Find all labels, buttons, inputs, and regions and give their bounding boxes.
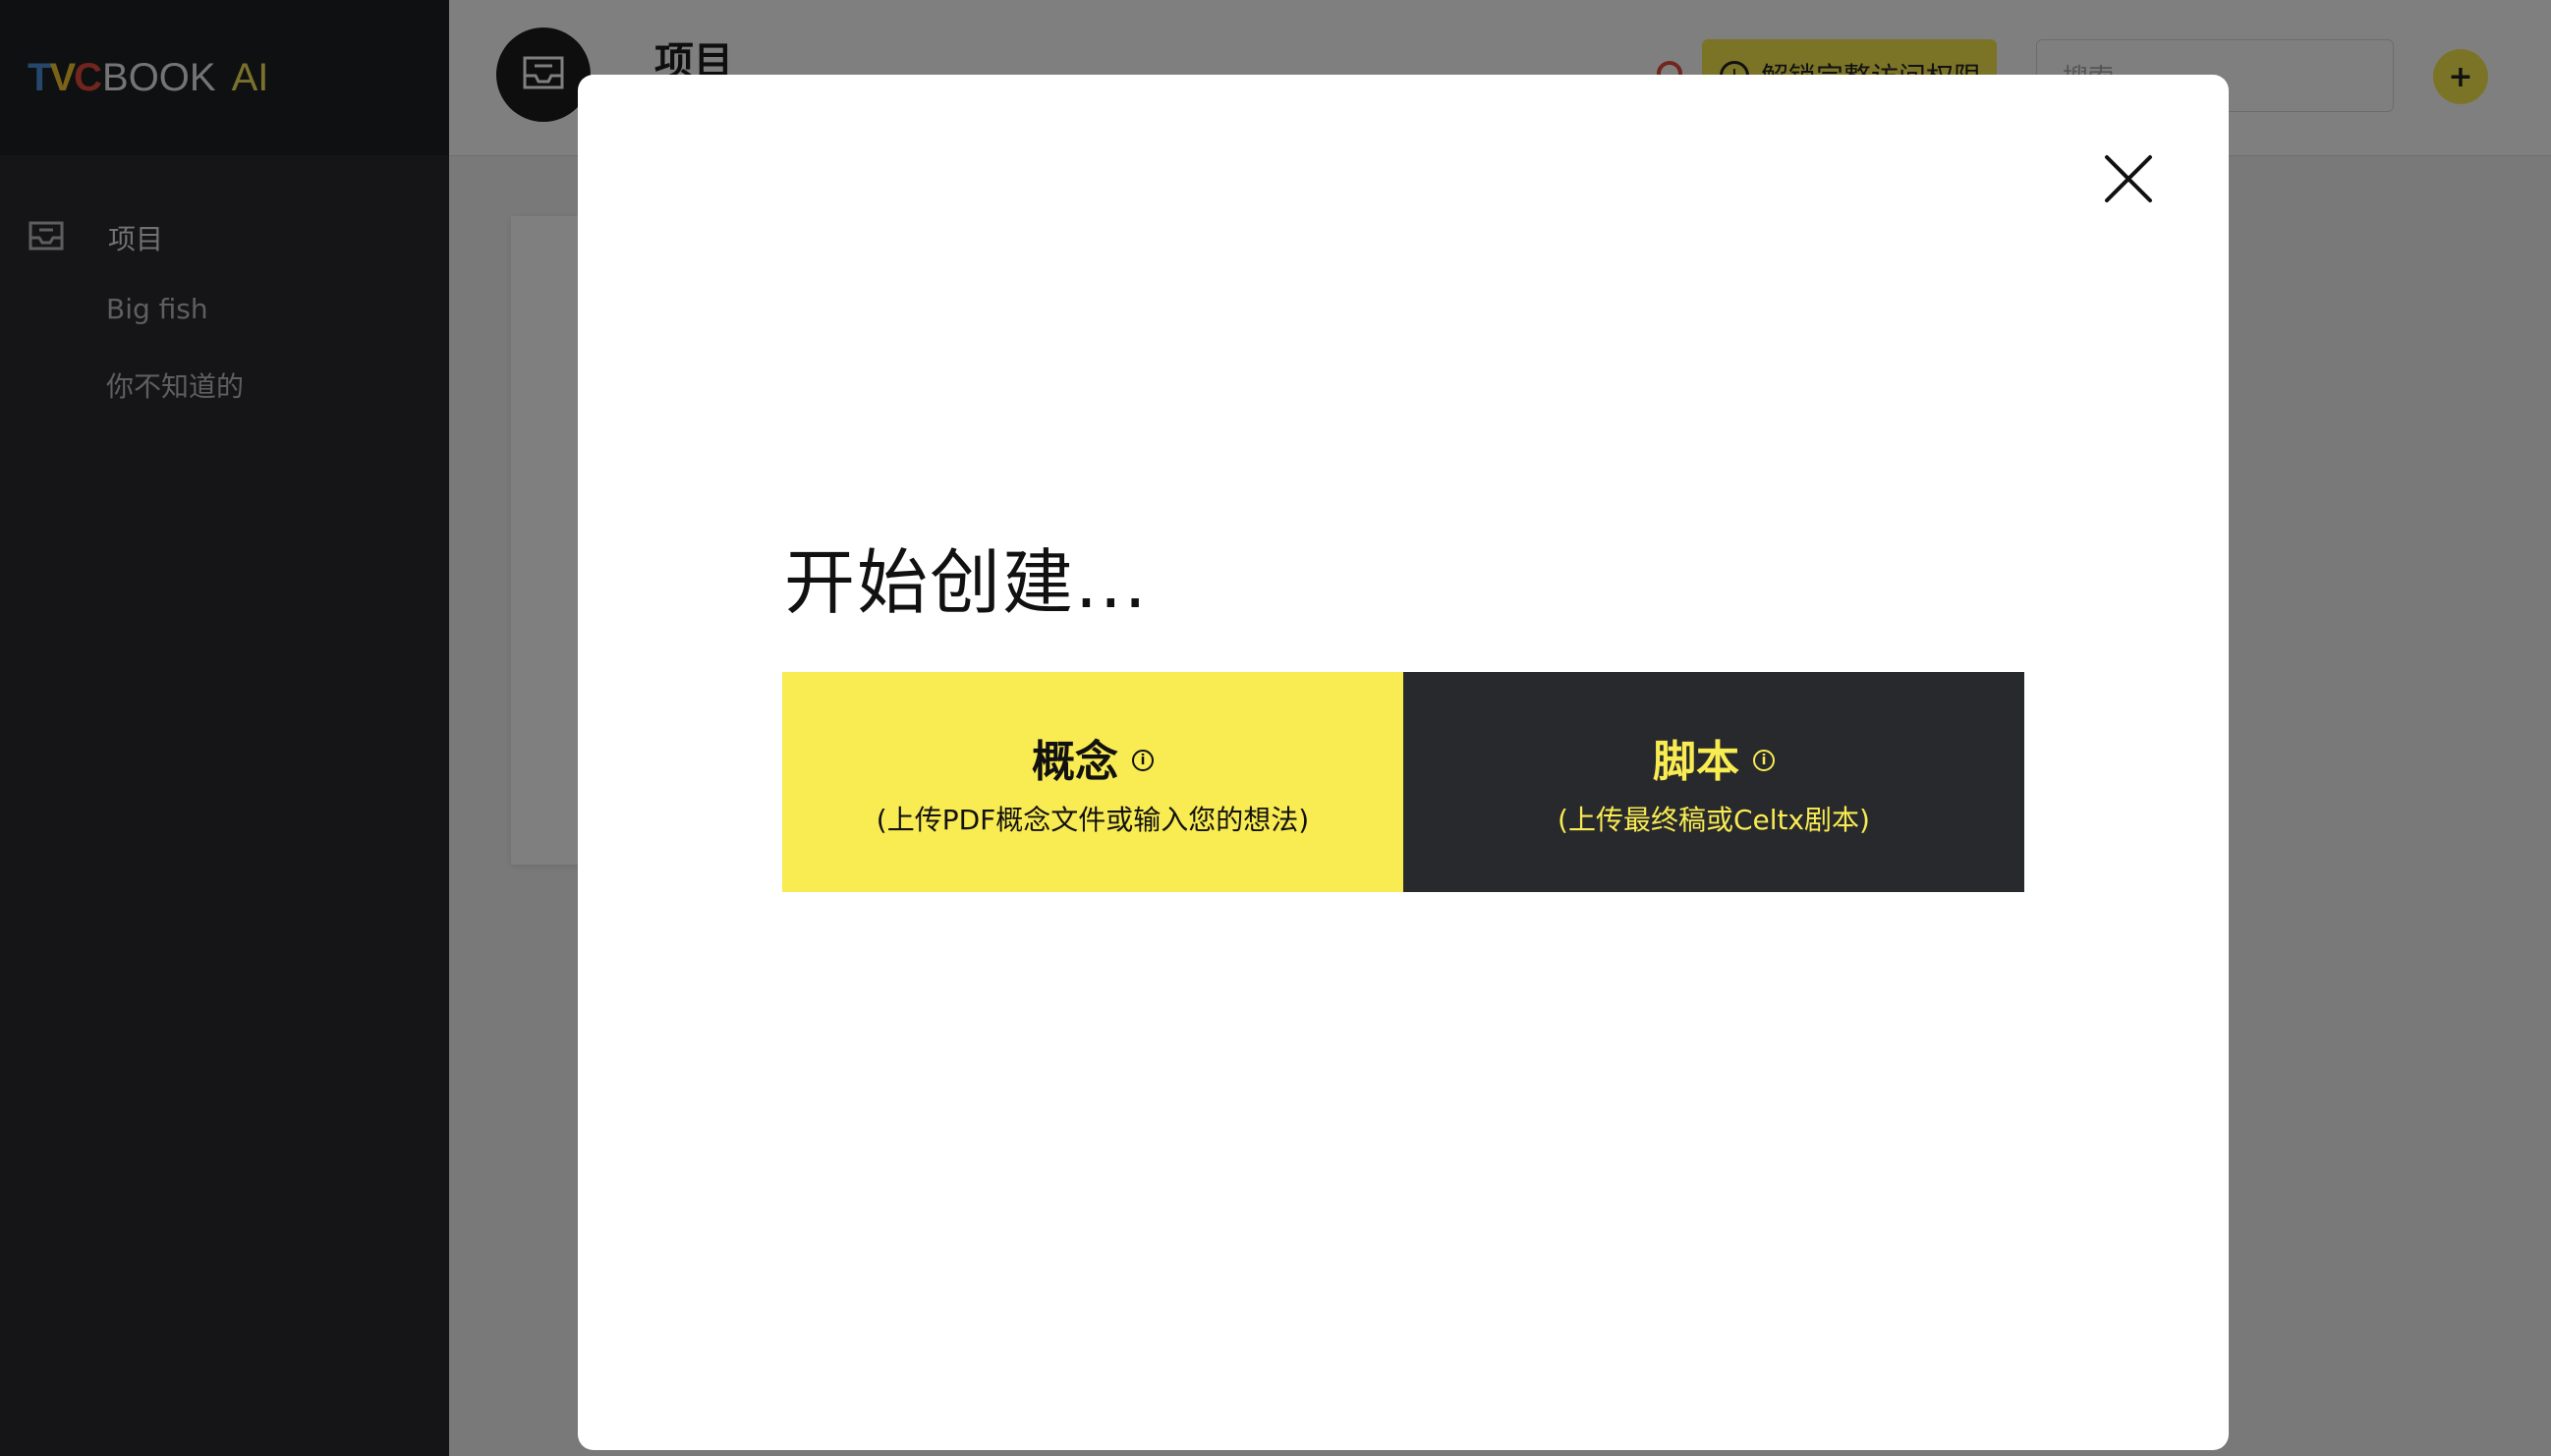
script-label: 脚本 <box>1653 737 1739 787</box>
create-modal: 开始创建... 概念 i (上传PDF概念文件或输入您的想法) 脚本 i (上传… <box>578 75 2229 1450</box>
close-button[interactable] <box>2103 153 2154 204</box>
script-option-button[interactable]: 脚本 i (上传最终稿或Celtx剧本) <box>1403 672 2024 892</box>
modal-title: 开始创建... <box>784 541 1149 624</box>
info-icon[interactable]: i <box>1132 750 1154 771</box>
info-icon[interactable]: i <box>1753 750 1775 771</box>
close-icon <box>2103 155 2154 208</box>
script-description: (上传最终稿或Celtx剧本) <box>1558 804 1870 836</box>
concept-label: 概念 <box>1032 737 1118 787</box>
concept-description: (上传PDF概念文件或输入您的想法) <box>876 804 1310 836</box>
concept-option-title: 概念 i <box>1032 726 1154 789</box>
script-option-title: 脚本 i <box>1653 726 1775 789</box>
concept-option-button[interactable]: 概念 i (上传PDF概念文件或输入您的想法) <box>782 672 1403 892</box>
